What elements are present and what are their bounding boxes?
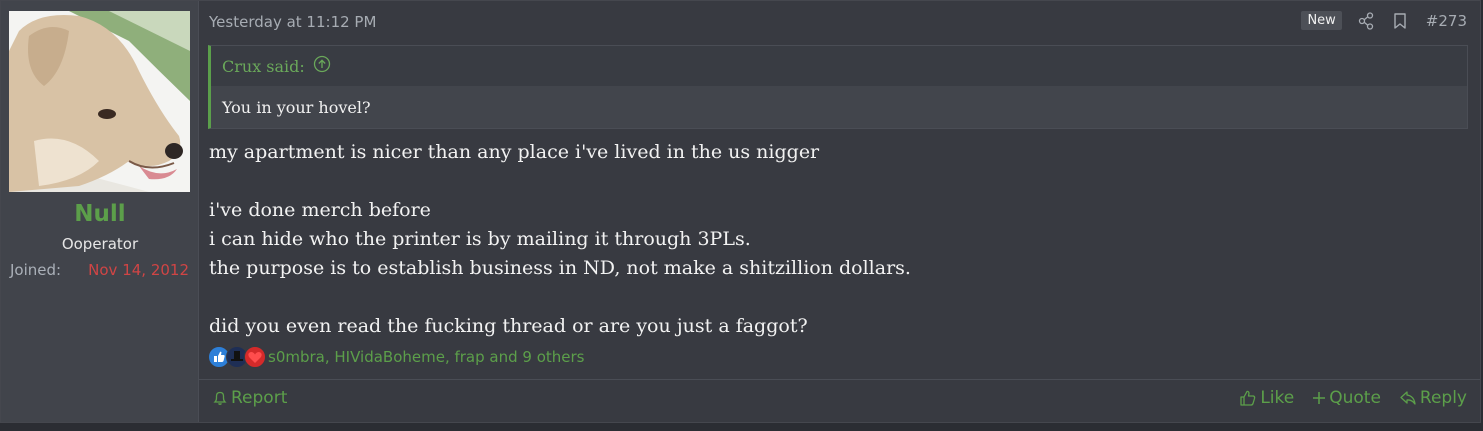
footer-actions: Like Quote Reply — [1221, 388, 1467, 408]
reply-button[interactable]: Reply — [1399, 388, 1467, 408]
report-button[interactable]: Report — [212, 388, 287, 408]
reaction-icons — [208, 346, 266, 368]
post-main: Yesterday at 11:12 PM New #273 Crux said… — [199, 1, 1480, 422]
bookmark-icon[interactable] — [1392, 12, 1408, 30]
quote-block: Crux said: You in your hovel? — [208, 45, 1468, 129]
bell-icon — [213, 391, 227, 405]
message-line: my apartment is nicer than any place i'v… — [209, 141, 820, 163]
heart-reaction-icon — [244, 346, 266, 368]
reply-icon — [1400, 391, 1416, 405]
message-line: i can hide who the printer is by mailing… — [209, 228, 751, 250]
joined-date: Nov 14, 2012 — [88, 261, 189, 279]
quote-button[interactable]: Quote — [1312, 388, 1381, 408]
like-label: Like — [1260, 388, 1295, 408]
quote-header[interactable]: Crux said: — [211, 46, 1467, 86]
dog-avatar-icon — [9, 11, 190, 192]
reactions-bar[interactable]: s0mbra, HIVidaBoheme, frap and 9 others — [208, 346, 585, 368]
page-bottom-strip — [0, 423, 1483, 431]
post-footer: Report Like Quote Reply — [199, 379, 1480, 424]
post-header-actions: New #273 — [1301, 11, 1467, 30]
report-label: Report — [231, 388, 288, 408]
message-line: i've done merch before — [209, 199, 431, 221]
post-number[interactable]: #273 — [1426, 12, 1467, 30]
share-icon[interactable] — [1358, 11, 1374, 30]
quote-label: Quote — [1329, 388, 1381, 408]
message-line: the purpose is to establish business in … — [209, 257, 911, 279]
post-container: Null Ooperator Joined: Nov 14, 2012 Yest… — [0, 0, 1481, 423]
quote-author[interactable]: Crux said: — [222, 57, 305, 76]
user-title: Ooperator — [61, 235, 139, 253]
message-line: did you even read the fucking thread or … — [209, 315, 808, 337]
reactions-users[interactable]: s0mbra, HIVidaBoheme, frap and 9 others — [268, 348, 585, 366]
joined-label: Joined: — [10, 261, 62, 279]
user-column: Null Ooperator Joined: Nov 14, 2012 — [1, 1, 199, 422]
new-badge: New — [1301, 11, 1342, 30]
plus-icon — [1313, 392, 1326, 404]
like-button[interactable]: Like — [1239, 388, 1294, 408]
username[interactable]: Null — [1, 201, 199, 227]
post-message: my apartment is nicer than any place i'v… — [209, 138, 911, 341]
reply-label: Reply — [1419, 388, 1467, 408]
post-timestamp[interactable]: Yesterday at 11:12 PM — [209, 13, 376, 31]
thumbs-up-icon — [1240, 390, 1256, 406]
quote-text: You in your hovel? — [211, 86, 1467, 128]
arrow-up-circle-icon[interactable] — [313, 55, 331, 77]
avatar[interactable] — [9, 11, 190, 192]
